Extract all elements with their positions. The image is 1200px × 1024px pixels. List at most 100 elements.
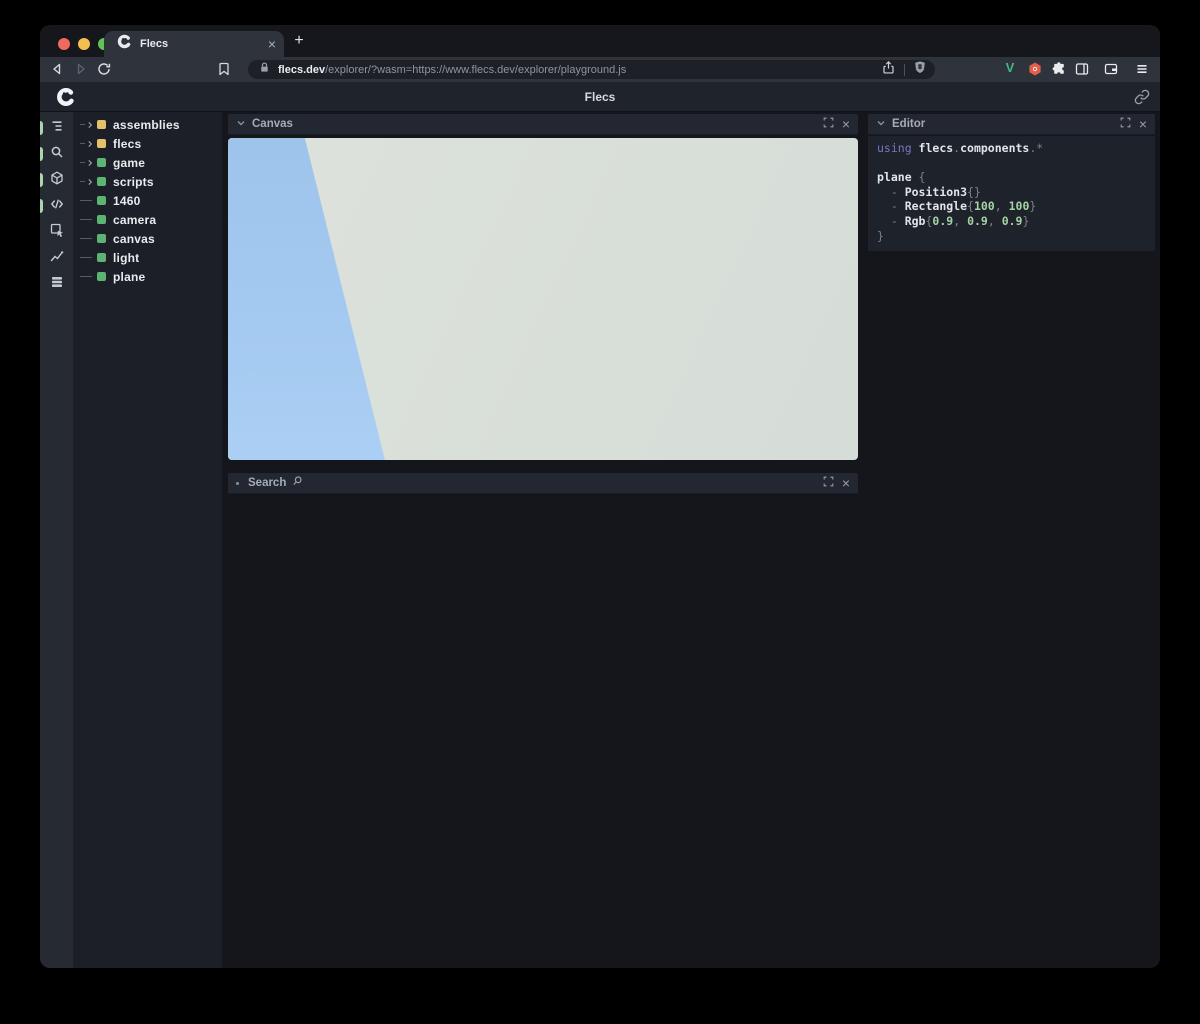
code-line xyxy=(877,156,1146,171)
sidebar-inspect-cursor-button[interactable] xyxy=(40,219,73,245)
icon-sidebar xyxy=(40,112,73,968)
traffic-light-close-button[interactable] xyxy=(58,38,70,50)
extensions-puzzle-button[interactable] xyxy=(1051,61,1067,77)
address-bar-divider xyxy=(904,64,905,76)
close-icon[interactable]: × xyxy=(1139,117,1147,131)
entity-color-swatch xyxy=(97,177,106,186)
search-panel-header[interactable]: Search × xyxy=(228,473,858,494)
lock-icon xyxy=(258,61,271,79)
tree-item-game[interactable]: game xyxy=(73,153,222,172)
entity-tree-icon xyxy=(49,118,65,139)
expand-chevron-icon[interactable] xyxy=(80,140,97,148)
sidebar-entity-tree-button[interactable] xyxy=(40,115,73,141)
chevron-down-icon[interactable] xyxy=(236,115,246,133)
browser-tab-flecs[interactable]: Flecs × xyxy=(104,31,284,57)
entity-color-swatch xyxy=(97,272,106,281)
tab-title: Flecs xyxy=(140,38,268,50)
fullscreen-icon[interactable] xyxy=(823,115,834,133)
tree-item-plane[interactable]: plane xyxy=(73,267,222,286)
fullscreen-icon[interactable] xyxy=(823,474,834,492)
code-line: - Rgb{0.9, 0.9, 0.9} xyxy=(877,214,1146,229)
address-bar[interactable]: flecs.dev/explorer/?wasm=https://www.fle… xyxy=(248,60,935,79)
panel-title: Editor xyxy=(892,118,925,130)
reload-button[interactable] xyxy=(96,61,112,77)
menu-button[interactable] xyxy=(1134,61,1150,77)
code-line: - Rectangle{100, 100} xyxy=(877,199,1146,214)
leaf-dash xyxy=(80,257,97,258)
entity-color-swatch xyxy=(97,234,106,243)
forward-button[interactable] xyxy=(73,61,89,77)
editor-panel: Editor × using flecs.components.* plane … xyxy=(868,114,1155,251)
sidebar-toggle-button[interactable] xyxy=(1074,61,1090,77)
tree-item-label: assemblies xyxy=(113,118,180,132)
panel-title: Search xyxy=(248,477,286,489)
browser-toolbar: flecs.dev/explorer/?wasm=https://www.fle… xyxy=(40,57,1160,82)
canvas-3d-viewport[interactable] xyxy=(228,138,858,460)
leaf-dash xyxy=(80,276,97,277)
inspect-cursor-icon xyxy=(49,222,65,243)
stats-chart-icon xyxy=(49,248,65,269)
tree-item-label: flecs xyxy=(113,137,141,151)
entity-tree: assemblies flecs game scripts 1460camera canv… xyxy=(73,112,222,968)
leaf-dash xyxy=(80,219,97,220)
active-indicator-pill xyxy=(40,147,43,161)
close-tab-icon[interactable]: × xyxy=(268,37,276,51)
tree-item-assemblies[interactable]: assemblies xyxy=(73,115,222,134)
panel-title: Canvas xyxy=(252,118,293,130)
query-search-icon xyxy=(49,144,65,165)
tree-item-light[interactable]: light xyxy=(73,248,222,267)
browser-window: Flecs × + flecs.dev/explorer/?wasm=https… xyxy=(40,25,1160,968)
code-line: plane { xyxy=(877,170,1146,185)
sidebar-stats-chart-button[interactable] xyxy=(40,245,73,271)
tree-item-flecs[interactable]: flecs xyxy=(73,134,222,153)
chevron-down-icon[interactable] xyxy=(876,115,886,133)
brave-shield-button[interactable] xyxy=(913,60,927,79)
active-indicator-pill xyxy=(40,173,43,187)
entity-color-swatch xyxy=(97,215,106,224)
sidebar-cube-3d-button[interactable] xyxy=(40,167,73,193)
tree-item-label: light xyxy=(113,251,139,265)
tree-item-camera[interactable]: camera xyxy=(73,210,222,229)
close-icon[interactable]: × xyxy=(842,117,850,131)
traffic-light-minimize-button[interactable] xyxy=(78,38,90,50)
back-button[interactable] xyxy=(49,61,65,77)
expand-chevron-icon[interactable] xyxy=(80,178,97,186)
url-path: /explorer/?wasm=https://www.flecs.dev/ex… xyxy=(325,64,626,76)
entity-color-swatch xyxy=(97,158,106,167)
code-editor[interactable]: using flecs.components.* plane { - Posit… xyxy=(868,136,1155,251)
url-text: flecs.dev/explorer/?wasm=https://www.fle… xyxy=(278,64,881,76)
tree-item-1460[interactable]: 1460 xyxy=(73,191,222,210)
app-header: Flecs xyxy=(40,82,1160,112)
vue-devtools-extension-button[interactable]: V xyxy=(1002,60,1018,76)
close-icon[interactable]: × xyxy=(842,476,850,490)
fullscreen-icon[interactable] xyxy=(1120,115,1131,133)
code-line: } xyxy=(877,229,1146,244)
share-button[interactable] xyxy=(881,60,896,80)
tree-item-label: scripts xyxy=(113,175,154,189)
collapsed-indicator-dot[interactable] xyxy=(236,482,239,485)
tree-item-label: canvas xyxy=(113,232,155,246)
code-icon xyxy=(49,196,65,217)
hexagon-extension-button[interactable] xyxy=(1027,61,1043,77)
editor-panel-header[interactable]: Editor × xyxy=(868,114,1155,135)
tree-item-scripts[interactable]: scripts xyxy=(73,172,222,191)
canvas-sky-region xyxy=(228,138,858,460)
sidebar-code-button[interactable] xyxy=(40,193,73,219)
flecs-favicon-icon xyxy=(117,34,132,54)
tree-item-canvas[interactable]: canvas xyxy=(73,229,222,248)
rows-list-icon xyxy=(49,274,65,295)
wallet-button[interactable] xyxy=(1103,61,1119,77)
canvas-panel-header[interactable]: Canvas × xyxy=(228,114,858,135)
active-indicator-pill xyxy=(40,121,43,135)
expand-chevron-icon[interactable] xyxy=(80,121,97,129)
share-link-icon[interactable] xyxy=(1134,89,1150,105)
search-panel: Search × xyxy=(228,473,858,494)
entity-color-swatch xyxy=(97,139,106,148)
sidebar-rows-list-button[interactable] xyxy=(40,271,73,297)
bookmark-icon[interactable] xyxy=(216,61,232,77)
entity-color-swatch xyxy=(97,120,106,129)
expand-chevron-icon[interactable] xyxy=(80,159,97,167)
new-tab-button[interactable]: + xyxy=(290,32,308,50)
page-title: Flecs xyxy=(40,90,1160,104)
sidebar-query-search-button[interactable] xyxy=(40,141,73,167)
